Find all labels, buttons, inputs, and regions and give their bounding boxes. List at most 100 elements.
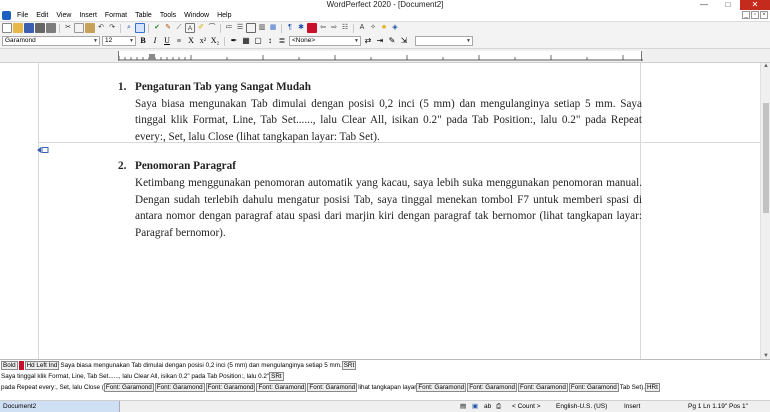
cut-icon[interactable]: ✂	[63, 23, 73, 33]
paragraph-code-icon[interactable]	[37, 147, 49, 153]
line-spacing-icon[interactable]: ↕	[265, 36, 275, 46]
font-code[interactable]: Font: Garamond	[568, 383, 619, 392]
doc-minimize-icon[interactable]: _	[742, 11, 750, 19]
outline-icon[interactable]: ≣	[277, 36, 287, 46]
symbols-icon[interactable]: ✧	[368, 23, 378, 33]
help-icon[interactable]: ◈	[390, 23, 400, 33]
menu-tools[interactable]: Tools	[156, 10, 180, 21]
favorite-star-icon[interactable]: ★	[379, 23, 389, 33]
paste-icon[interactable]	[85, 23, 95, 33]
underline-button[interactable]: U	[162, 36, 172, 46]
app-icon[interactable]	[2, 11, 11, 20]
scroll-thumb[interactable]	[763, 103, 769, 213]
superscript-icon[interactable]: x²	[198, 36, 208, 46]
ruler[interactable]	[118, 51, 643, 61]
vertical-scrollbar[interactable]: ▲ ▼	[760, 63, 770, 359]
font-color-icon[interactable]: A	[357, 23, 367, 33]
shape-icon[interactable]: ⌒	[207, 23, 217, 33]
insert-mode-status[interactable]: Insert	[624, 401, 640, 412]
bullets-icon[interactable]: ≔	[224, 23, 234, 33]
justify-icon[interactable]: ≡	[174, 36, 184, 46]
maximize-button[interactable]: □	[716, 0, 740, 10]
text-tool-icon[interactable]: ⇲	[399, 36, 409, 46]
style-select[interactable]: <None> ▼	[289, 36, 361, 46]
numbering-icon[interactable]: ☰	[235, 23, 245, 33]
font-code[interactable]: Font: Garamond	[518, 383, 568, 392]
menu-format[interactable]: Format	[101, 10, 131, 21]
minimize-button[interactable]: —	[692, 0, 716, 10]
soft-return-code[interactable]: SRt	[341, 361, 357, 370]
menu-view[interactable]: View	[52, 10, 75, 21]
font-code[interactable]: Font: Garamond	[467, 383, 518, 392]
menu-file[interactable]: File	[13, 10, 32, 21]
menu-window[interactable]: Window	[180, 10, 213, 21]
bold-button[interactable]: B	[138, 36, 148, 46]
separator	[148, 23, 149, 33]
count-button[interactable]: < Count >	[512, 401, 541, 412]
scroll-up-icon[interactable]: ▲	[761, 63, 770, 69]
new-document-icon[interactable]	[2, 23, 12, 33]
position-status[interactable]: Pg 1 Ln 1.19" Pos 1"	[688, 401, 748, 412]
insert-mode-icon[interactable]: ▤	[460, 401, 466, 412]
doc-close-icon[interactable]: ×	[760, 11, 768, 19]
chart-icon[interactable]: ▦	[268, 23, 278, 33]
spell-check-icon[interactable]: ✔	[152, 23, 162, 33]
spell-status-icon[interactable]: ab	[484, 401, 491, 412]
hard-return-code[interactable]: HRt	[644, 383, 660, 392]
text-art-icon[interactable]: ✎	[387, 36, 397, 46]
outline-level-icon[interactable]: ⇄	[363, 36, 373, 46]
empty-select[interactable]: ▼	[415, 36, 473, 46]
table-icon[interactable]	[246, 23, 256, 33]
page-view-icon[interactable]	[135, 23, 145, 33]
bold-code[interactable]: Bold	[1, 361, 18, 370]
navigator-icon[interactable]: ☷	[340, 23, 350, 33]
close-button[interactable]: ✕	[740, 0, 770, 10]
font-code[interactable]: Font: Garamond	[307, 383, 358, 392]
undo-icon[interactable]: ↶	[96, 23, 106, 33]
highlight-marker-icon[interactable]: ✒	[229, 36, 239, 46]
draw-line-icon[interactable]: ⟋	[174, 23, 184, 33]
strikeout-icon[interactable]: X	[186, 36, 196, 46]
zoom-icon[interactable]: ⌕	[124, 23, 134, 33]
font-size-select[interactable]: 12 ▼	[102, 36, 136, 46]
bookmark-icon[interactable]	[307, 23, 317, 33]
open-folder-icon[interactable]	[13, 23, 23, 33]
italic-button[interactable]: I	[150, 36, 160, 46]
doc-restore-icon[interactable]: ▫	[751, 11, 759, 19]
indent-code[interactable]: Hd Left Ind	[24, 361, 60, 370]
edit-pen-icon[interactable]: ✎	[163, 23, 173, 33]
printer-icon[interactable]: ⎙	[496, 401, 501, 412]
display-icon[interactable]: ▣	[472, 401, 478, 412]
text-box-icon[interactable]: A	[185, 23, 195, 33]
font-code[interactable]: Font: Garamond	[154, 383, 205, 392]
reveal-codes-icon[interactable]: ✱	[296, 23, 306, 33]
print-icon[interactable]	[35, 23, 45, 33]
print-preview-icon[interactable]	[46, 23, 56, 33]
paragraph-icon[interactable]: ¶	[285, 23, 295, 33]
text-highlight-icon[interactable]: ▦	[241, 36, 251, 46]
font-code[interactable]: Font: Garamond	[416, 383, 467, 392]
menu-edit[interactable]: Edit	[32, 10, 52, 21]
indent-icon[interactable]: ⇥	[375, 36, 385, 46]
tab-marker-icon[interactable]	[149, 54, 155, 60]
menu-insert[interactable]: Insert	[75, 10, 101, 21]
menu-help[interactable]: Help	[213, 10, 235, 21]
save-icon[interactable]	[24, 23, 34, 33]
columns-icon[interactable]: ▥	[257, 23, 267, 33]
menu-table[interactable]: Table	[131, 10, 156, 21]
reveal-codes-pane[interactable]: Bold Hd Left Ind Saya biasa mengunakan Tab…	[0, 359, 770, 400]
language-status[interactable]: English-U.S. (US)	[556, 401, 607, 412]
back-arrow-icon[interactable]: ⇦	[318, 23, 328, 33]
forward-arrow-icon[interactable]: ⇨	[329, 23, 339, 33]
font-code[interactable]: Font: Garamond	[205, 383, 256, 392]
soft-return-code[interactable]: SRt	[269, 372, 284, 381]
subscript-icon[interactable]: X₂	[210, 36, 220, 46]
highlight-icon[interactable]: ✐	[196, 23, 206, 33]
border-icon[interactable]: ▢	[253, 36, 263, 46]
document-tab[interactable]: Document2	[0, 401, 120, 412]
redo-icon[interactable]: ↷	[107, 23, 117, 33]
font-name-select[interactable]: Garamond ▼	[2, 36, 100, 46]
font-code[interactable]: Font: Garamond	[256, 383, 307, 392]
font-code[interactable]: Font: Garamond	[103, 383, 154, 392]
copy-icon[interactable]	[74, 23, 84, 33]
